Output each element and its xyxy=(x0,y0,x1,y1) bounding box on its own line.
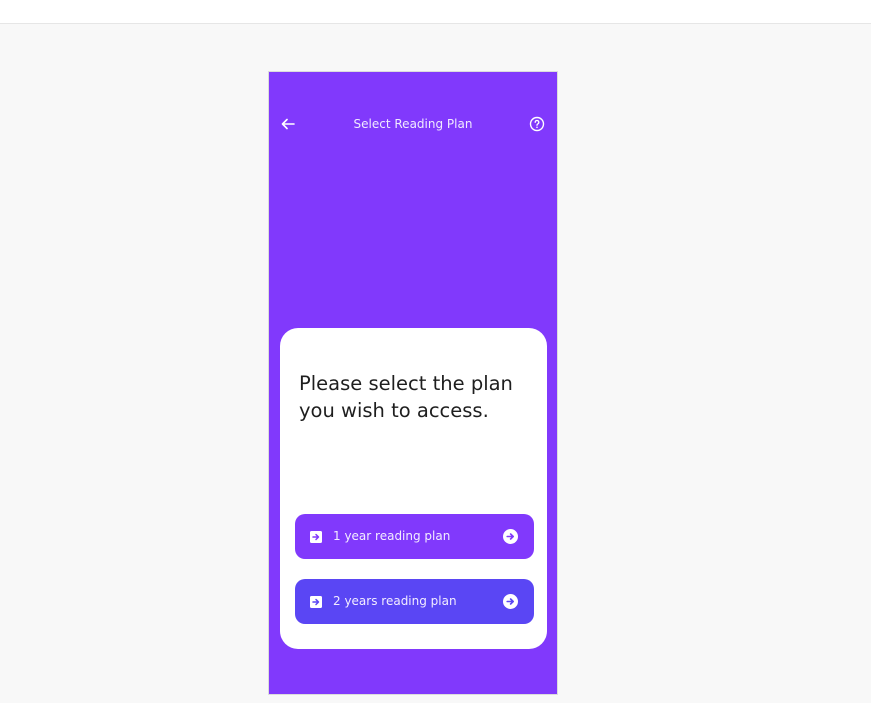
arrow-right-circle-icon xyxy=(503,529,518,544)
back-button[interactable] xyxy=(278,114,298,134)
page-title: Select Reading Plan xyxy=(353,117,473,131)
one-year-plan-button[interactable]: 1 year reading plan xyxy=(295,514,534,559)
plan-selection-card: Please select the plan you wish to acces… xyxy=(280,328,547,649)
selection-prompt: Please select the plan you wish to acces… xyxy=(299,372,513,422)
two-years-plan-button[interactable]: 2 years reading plan xyxy=(295,579,534,624)
arrow-left-icon xyxy=(281,118,295,130)
browser-top-strip xyxy=(0,0,871,24)
help-button[interactable] xyxy=(528,115,546,133)
login-icon xyxy=(310,596,322,608)
app-screen: Select Reading Plan Please select the pl… xyxy=(268,71,558,695)
login-icon xyxy=(310,531,322,543)
arrow-right-circle-icon xyxy=(503,594,518,609)
app-bar: Select Reading Plan xyxy=(269,110,557,138)
plan-label: 1 year reading plan xyxy=(333,529,451,543)
plan-label: 2 years reading plan xyxy=(333,594,457,608)
question-circle-icon xyxy=(529,116,545,132)
